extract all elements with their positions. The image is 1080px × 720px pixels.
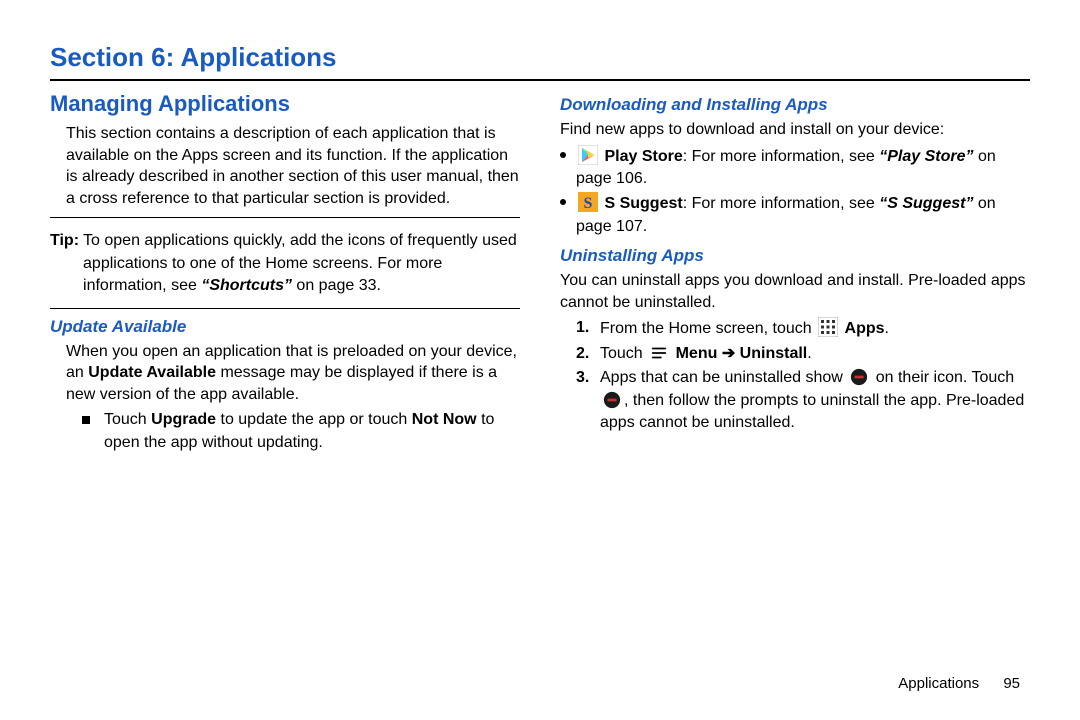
s-suggest-bullet: S S Suggest: For more information, see “… — [560, 192, 1030, 238]
tip-body: To open applications quickly, add the ic… — [83, 230, 520, 297]
play-store-bullet: Play Store: For more information, see “P… — [560, 145, 1030, 191]
divider — [50, 79, 1030, 81]
update-paragraph: When you open an application that is pre… — [50, 341, 520, 406]
heading-downloading: Downloading and Installing Apps — [560, 95, 1030, 115]
page-number: 95 — [1003, 675, 1020, 692]
play-store-icon — [578, 145, 598, 165]
square-bullet-icon — [82, 416, 90, 424]
download-intro: Find new apps to download and install on… — [560, 119, 1030, 141]
step-3: 3. Apps that can be uninstalled show on … — [576, 367, 1030, 434]
divider — [50, 308, 520, 309]
left-column: Managing Applications This section conta… — [50, 87, 520, 456]
divider — [50, 217, 520, 218]
section-title: Section 6: Applications — [50, 42, 1030, 73]
uninstall-intro: You can uninstall apps you download and … — [560, 270, 1030, 313]
menu-icon — [649, 343, 669, 363]
intro-paragraph: This section contains a description of e… — [50, 123, 520, 209]
uninstall-badge-icon — [602, 390, 622, 410]
bullet-icon — [560, 199, 566, 205]
shortcuts-ref: “Shortcuts” — [201, 277, 292, 294]
s-suggest-icon: S — [578, 192, 598, 212]
bullet-icon — [560, 152, 566, 158]
play-store-ref: “Play Store” — [879, 148, 973, 165]
footer-label: Applications — [898, 675, 979, 692]
uninstall-badge-icon — [849, 367, 869, 387]
step-1: 1. From the Home screen, touch Apps. — [576, 317, 1030, 340]
heading-managing-apps: Managing Applications — [50, 91, 520, 117]
heading-update-available: Update Available — [50, 317, 520, 337]
page-footer: Applications 95 — [898, 675, 1020, 692]
heading-uninstalling: Uninstalling Apps — [560, 246, 1030, 266]
apps-grid-icon — [818, 317, 838, 337]
s-suggest-ref: “S Suggest” — [879, 195, 973, 212]
tip-block: Tip: To open applications quickly, add t… — [50, 226, 520, 299]
update-bullet: Touch Upgrade to update the app or touch… — [82, 409, 520, 454]
tip-label: Tip: — [50, 230, 79, 297]
svg-text:S: S — [584, 195, 593, 212]
right-column: Downloading and Installing Apps Find new… — [560, 87, 1030, 456]
step-2: 2. Touch Menu ➔ Uninstall. — [576, 343, 1030, 365]
